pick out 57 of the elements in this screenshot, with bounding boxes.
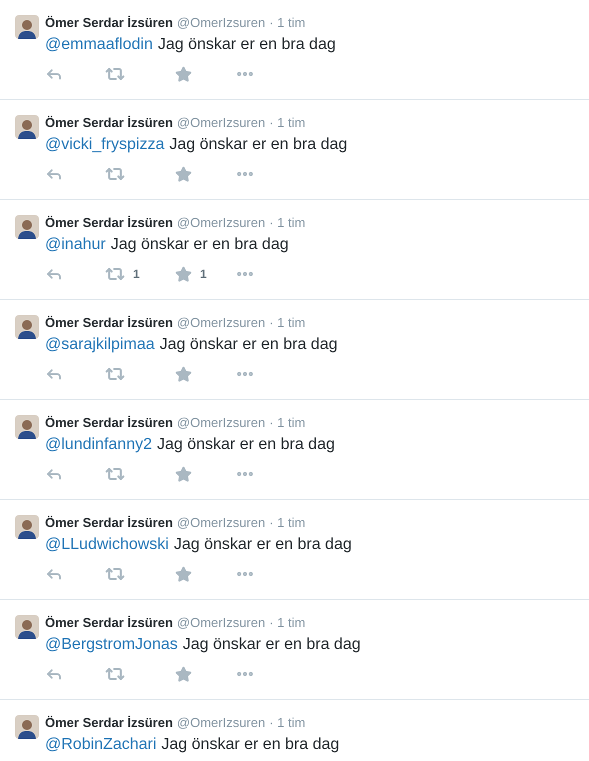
- timestamp[interactable]: · 1 tim: [269, 115, 306, 131]
- tweet-text: Jag önskar er en bra dag: [156, 435, 335, 455]
- timestamp[interactable]: · 1 tim: [269, 15, 306, 31]
- favorite-count: 1: [200, 266, 207, 283]
- mention-link[interactable]: @lundinfanny2: [45, 434, 152, 456]
- mention-link[interactable]: @LLudwichowski: [45, 534, 169, 556]
- tweet-text: Jag önskar er en bra dag: [161, 735, 340, 755]
- author-name[interactable]: Ömer Serdar İzsüren: [45, 515, 173, 531]
- mention-link[interactable]: @RobinZachari: [45, 734, 156, 756]
- timestamp[interactable]: · 1 tim: [269, 715, 306, 731]
- tweet-text: Jag önskar er en bra dag: [110, 235, 289, 255]
- author-name[interactable]: Ömer Serdar İzsüren: [45, 215, 173, 231]
- author-name[interactable]: Ömer Serdar İzsüren: [45, 315, 173, 331]
- avatar[interactable]: [15, 515, 39, 539]
- author-handle[interactable]: @OmerIzsuren: [176, 115, 266, 131]
- tweet-text: Jag önskar er en bra dag: [182, 635, 361, 655]
- avatar[interactable]: [15, 415, 39, 439]
- timestamp[interactable]: · 1 tim: [269, 615, 306, 631]
- tweet-text: Jag önskar er en bra dag: [174, 535, 352, 555]
- mention-link[interactable]: @inahur: [45, 234, 106, 256]
- mention-link[interactable]: @BergstromJonas: [45, 634, 178, 656]
- tweet-text: Jag önskar er en bra dag: [158, 35, 336, 55]
- timestamp[interactable]: · 1 tim: [269, 215, 306, 231]
- favorite-icon[interactable]: [175, 566, 192, 582]
- timestamp[interactable]: · 1 tim: [269, 315, 306, 331]
- avatar[interactable]: [15, 615, 39, 639]
- avatar[interactable]: [15, 715, 39, 739]
- mention-link[interactable]: @emmaaflodin: [45, 34, 153, 56]
- author-handle[interactable]: @OmerIzsuren: [176, 315, 266, 331]
- tweet-text: Jag önskar er en bra dag: [169, 135, 348, 155]
- author-handle[interactable]: @OmerIzsuren: [176, 715, 266, 731]
- author-name[interactable]: Ömer Serdar İzsüren: [45, 115, 173, 131]
- favorite-icon[interactable]: [175, 166, 192, 182]
- author-name[interactable]: Ömer Serdar İzsüren: [45, 715, 173, 731]
- author-handle[interactable]: @OmerIzsuren: [176, 615, 266, 631]
- timestamp[interactable]: · 1 tim: [269, 415, 306, 431]
- mention-link[interactable]: @sarajkilpimaa: [45, 334, 155, 356]
- avatar[interactable]: [15, 315, 39, 339]
- author-handle[interactable]: @OmerIzsuren: [176, 415, 266, 431]
- author-handle[interactable]: @OmerIzsuren: [176, 215, 266, 231]
- author-name[interactable]: Ömer Serdar İzsüren: [45, 15, 173, 31]
- tweet-text: Jag önskar er en bra dag: [160, 335, 338, 355]
- author-name[interactable]: Ömer Serdar İzsüren: [45, 615, 173, 631]
- retweet-count: 1: [133, 266, 140, 283]
- favorite-icon[interactable]: [175, 466, 192, 482]
- author-name[interactable]: Ömer Serdar İzsüren: [45, 415, 173, 431]
- favorite-icon[interactable]: [175, 266, 192, 282]
- favorite-icon[interactable]: [175, 66, 192, 82]
- favorite-icon[interactable]: [175, 666, 192, 682]
- timestamp[interactable]: · 1 tim: [269, 515, 306, 531]
- avatar[interactable]: [15, 215, 39, 239]
- author-handle[interactable]: @OmerIzsuren: [176, 15, 266, 31]
- mention-link[interactable]: @vicki_fryspizza: [45, 134, 164, 156]
- favorite-icon[interactable]: [175, 366, 192, 382]
- author-handle[interactable]: @OmerIzsuren: [176, 515, 266, 531]
- avatar[interactable]: [15, 115, 39, 139]
- avatar[interactable]: [15, 15, 39, 39]
